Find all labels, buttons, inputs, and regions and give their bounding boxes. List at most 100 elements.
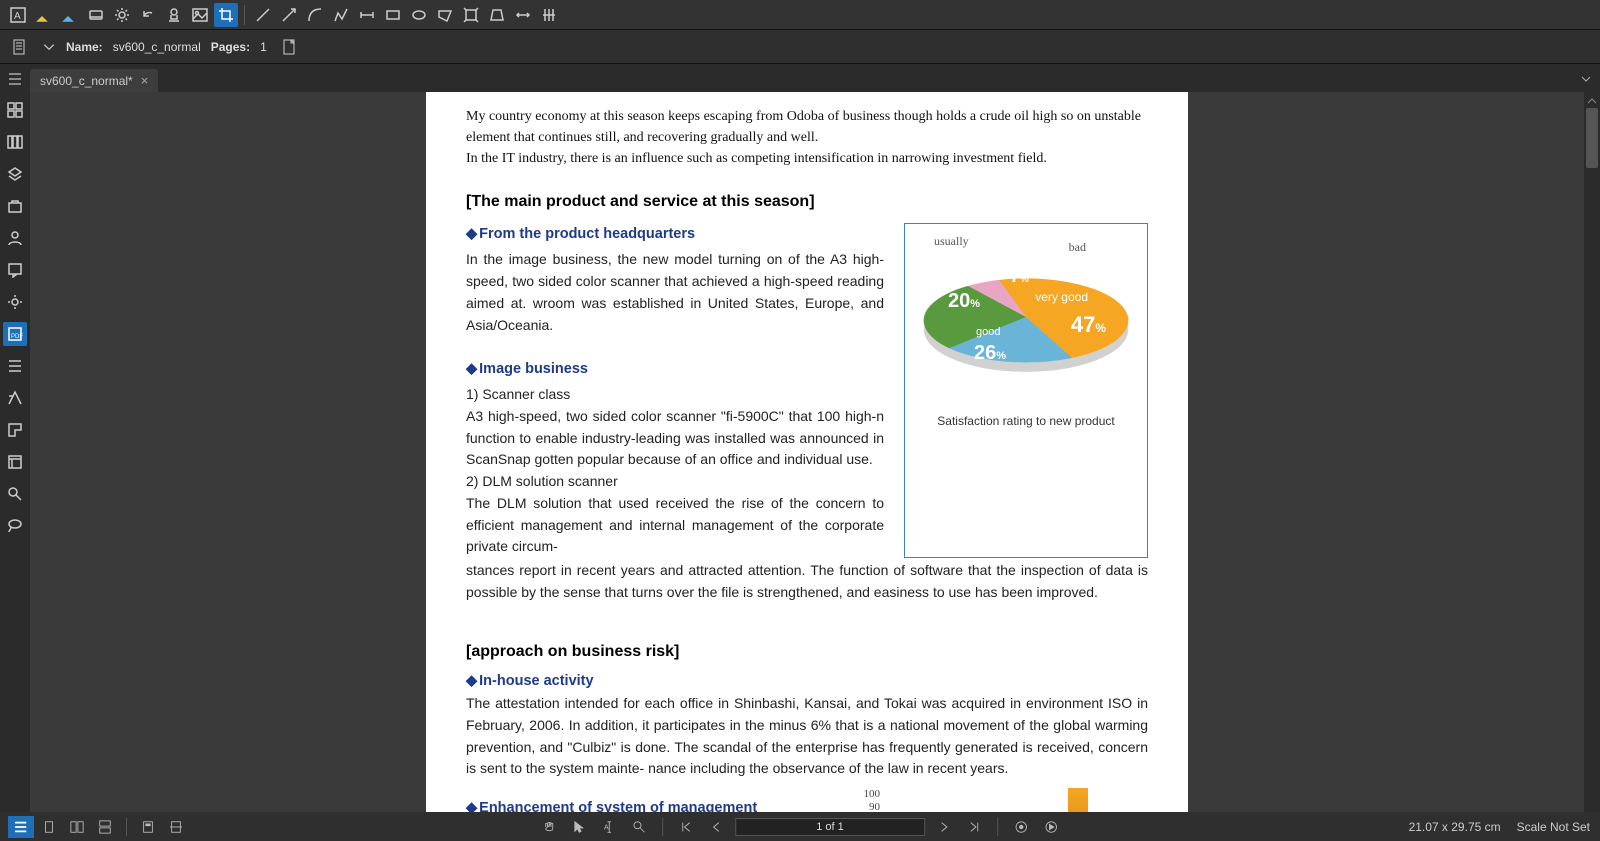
pages-label: Pages: <box>211 40 250 54</box>
link-tool[interactable] <box>84 3 108 27</box>
panel-list-icon[interactable] <box>3 354 27 378</box>
name-label: Name: <box>66 40 103 54</box>
panel-pdf-icon[interactable]: PDF <box>3 322 27 346</box>
panel-columns-icon[interactable] <box>3 130 27 154</box>
transform-tool[interactable] <box>459 3 483 27</box>
vertical-scrollbar[interactable] <box>1584 92 1600 812</box>
sub-2-line-1: 1) Scanner class <box>466 384 884 406</box>
perspective-tool[interactable] <box>485 3 509 27</box>
bar-axis-labels: 100 90 80 <box>864 788 881 812</box>
play-icon[interactable] <box>1040 816 1062 838</box>
svg-text:PDF: PDF <box>11 334 23 340</box>
polyline-tool[interactable] <box>329 3 353 27</box>
svg-text:A: A <box>604 824 609 831</box>
sub-2-title: Image business <box>466 358 884 380</box>
measure-h-tool[interactable] <box>511 3 535 27</box>
panel-grid-icon[interactable] <box>3 98 27 122</box>
sub-1-title: From the product headquarters <box>466 223 884 245</box>
prev-page-icon[interactable] <box>705 816 727 838</box>
left-sidebar: PDF <box>0 92 30 812</box>
panel-settings-icon[interactable] <box>3 290 27 314</box>
pointer-tool-icon[interactable] <box>568 816 590 838</box>
tab-bar: sv600_c_normal* × <box>0 64 1600 92</box>
highlighter-yellow-tool[interactable] <box>32 3 56 27</box>
bottom-center-controls: A 1 of 1 <box>538 816 1062 838</box>
intro-paragraph-1: My country economy at this season keeps … <box>466 106 1148 148</box>
layout-list-button[interactable] <box>8 816 34 838</box>
sub-4-title: Enhancement of system of management <box>466 800 854 812</box>
zoom-tool-icon[interactable] <box>628 816 650 838</box>
doc-menu-button[interactable] <box>8 35 32 59</box>
ellipse-tool[interactable] <box>407 3 431 27</box>
tab-close-icon[interactable]: × <box>141 73 149 88</box>
grid-tool[interactable] <box>537 3 561 27</box>
gear-tool[interactable] <box>110 3 134 27</box>
panel-user-icon[interactable] <box>3 226 27 250</box>
view-single-icon[interactable] <box>38 816 60 838</box>
scale-status[interactable]: Scale Not Set <box>1517 820 1590 834</box>
sub-3-body: The attestation intended for each office… <box>466 693 1148 780</box>
tab-overflow-button[interactable] <box>1580 72 1592 90</box>
top-toolbar: A <box>0 0 1600 30</box>
bottom-right-status: 21.07 x 29.75 cm Scale Not Set <box>1409 820 1590 834</box>
main-area: PDF My country economy at this season ke… <box>0 92 1600 812</box>
thumbnail-view-icon[interactable] <box>137 816 159 838</box>
curve-tool[interactable] <box>303 3 327 27</box>
pie-label-very-good: very good <box>1035 290 1088 304</box>
section-2-title: [approach on business risk] <box>466 643 1148 661</box>
bar-chart-partial <box>890 788 1148 812</box>
view-facing-icon[interactable] <box>66 816 88 838</box>
tab-list-icon[interactable] <box>6 70 24 88</box>
dimension-tool[interactable] <box>355 3 379 27</box>
section-1-title: [The main product and service at this se… <box>466 193 1148 211</box>
rect-tool[interactable] <box>381 3 405 27</box>
last-page-icon[interactable] <box>963 816 985 838</box>
fit-width-icon[interactable] <box>165 816 187 838</box>
panel-search-icon[interactable] <box>3 482 27 506</box>
text-frame-tool[interactable]: A <box>6 3 30 27</box>
svg-text:A: A <box>14 11 21 22</box>
panel-lasso-icon[interactable] <box>3 514 27 538</box>
line-tool[interactable] <box>251 3 275 27</box>
toolbar-separator <box>244 5 245 25</box>
sub-2-body-2: The DLM solution that used received the … <box>466 493 884 558</box>
record-icon[interactable] <box>1010 816 1032 838</box>
pages-value: 1 <box>260 40 267 54</box>
page-layout-button[interactable] <box>277 35 301 59</box>
pie-label-usually: usually <box>934 234 969 249</box>
page-counter[interactable]: 1 of 1 <box>735 818 925 836</box>
page-dimensions: 21.07 x 29.75 cm <box>1409 820 1501 834</box>
image-tool[interactable] <box>188 3 212 27</box>
highlighter-blue-tool[interactable] <box>58 3 82 27</box>
view-continuous-icon[interactable] <box>94 816 116 838</box>
panel-toolbox-icon[interactable] <box>3 194 27 218</box>
sub-2-body-1: A3 high-speed, two sided color scanner "… <box>466 406 884 471</box>
bottom-separator-3 <box>997 818 998 836</box>
panel-layers-icon[interactable] <box>3 162 27 186</box>
document-viewport[interactable]: My country economy at this season keeps … <box>30 92 1584 812</box>
doc-dropdown-button[interactable] <box>42 35 56 59</box>
polygon-tool[interactable] <box>433 3 457 27</box>
panel-book-icon[interactable] <box>3 450 27 474</box>
hand-tool-icon[interactable] <box>538 816 560 838</box>
bottom-bar: A 1 of 1 21.07 x 29.75 cm Scale Not Set <box>0 812 1600 841</box>
panel-path-icon[interactable] <box>3 386 27 410</box>
text-cursor-icon[interactable]: A <box>598 816 620 838</box>
info-bar: Name: sv600_c_normal Pages: 1 <box>0 30 1600 64</box>
stamp-tool[interactable] <box>162 3 186 27</box>
panel-dialog-icon[interactable] <box>3 258 27 282</box>
document-tab[interactable]: sv600_c_normal* × <box>30 69 158 92</box>
panel-shape-icon[interactable] <box>3 418 27 442</box>
crop-tool[interactable] <box>214 3 238 27</box>
arrow-tool[interactable] <box>277 3 301 27</box>
document-page: My country economy at this season keeps … <box>426 92 1188 812</box>
pie-chart: usually bad very good 47% good 26% 20% 7… <box>916 234 1136 404</box>
sub-2-line-2: 2) DLM solution scanner <box>466 471 884 493</box>
bottom-separator <box>126 818 127 836</box>
next-page-icon[interactable] <box>933 816 955 838</box>
undo-tool[interactable] <box>136 3 160 27</box>
tab-title: sv600_c_normal* <box>40 74 133 88</box>
pie-caption: Satisfaction rating to new product <box>911 414 1141 428</box>
first-page-icon[interactable] <box>675 816 697 838</box>
scroll-thumb[interactable] <box>1586 108 1598 168</box>
